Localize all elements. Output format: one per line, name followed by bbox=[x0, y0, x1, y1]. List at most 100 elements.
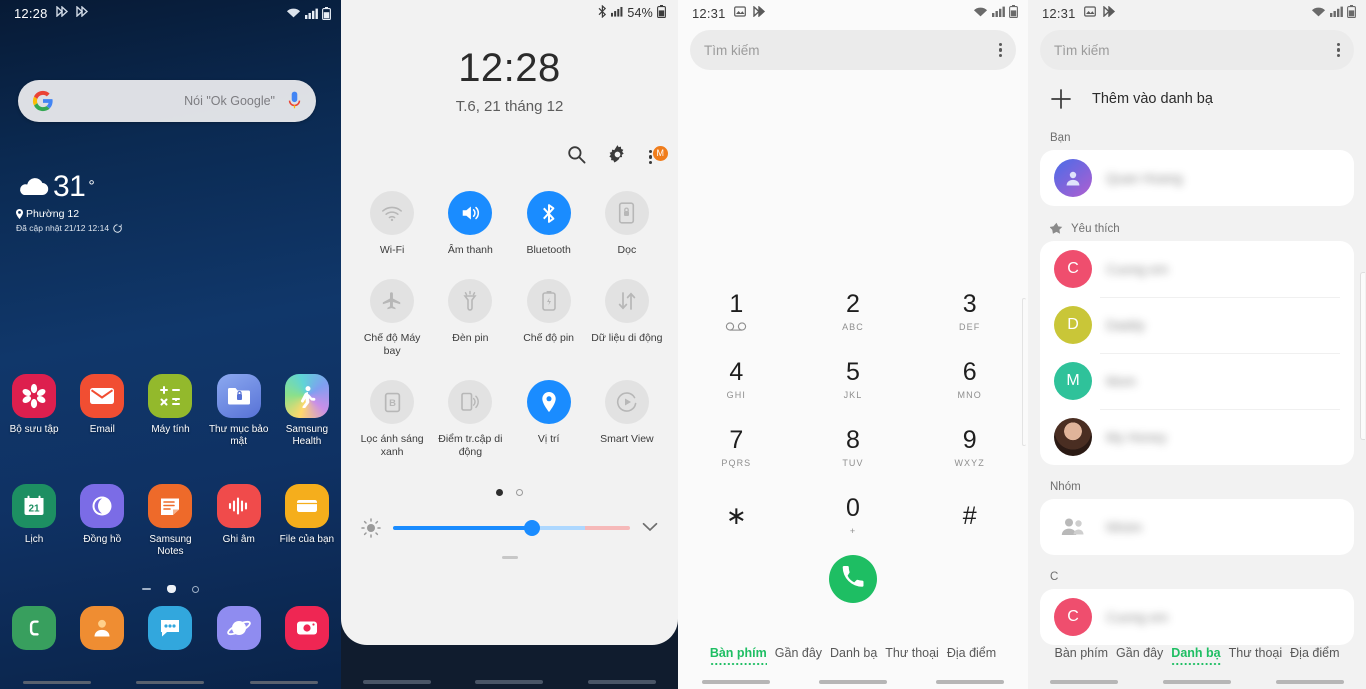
circle-icon[interactable] bbox=[192, 585, 199, 593]
dialpad: 1 2 ABC 3 DEF 4 GHI 5 JKL 6 MNO 7 PQRS 8… bbox=[678, 282, 1028, 546]
tile-rotation[interactable]: Dọc bbox=[588, 191, 666, 257]
list-item[interactable]: D Daddy bbox=[1040, 297, 1354, 353]
quick-panel-actions: M bbox=[341, 145, 678, 169]
svg-text:21: 21 bbox=[29, 504, 41, 515]
nav-home-pill[interactable] bbox=[136, 681, 205, 684]
add-contact-button[interactable]: Thêm vào danh bạ bbox=[1028, 70, 1366, 126]
app-icon-voice-recorder[interactable]: Ghi âm bbox=[205, 484, 273, 558]
contacts-search-bar[interactable]: Tìm kiếm bbox=[1040, 30, 1354, 70]
tile-mobile-data[interactable]: Dữ liệu di động bbox=[588, 279, 666, 358]
microphone-icon[interactable] bbox=[287, 91, 302, 112]
tab-dia-diem[interactable]: Địa điểm bbox=[1290, 646, 1339, 665]
tab-danh-ba[interactable]: Danh bạ bbox=[830, 646, 877, 665]
list-item[interactable]: My Honey bbox=[1040, 409, 1354, 465]
more-options-icon[interactable]: M bbox=[648, 145, 668, 165]
more-options-icon[interactable] bbox=[1336, 42, 1340, 58]
list-icon[interactable] bbox=[142, 588, 151, 590]
messages-icon[interactable] bbox=[148, 606, 193, 650]
internet-icon[interactable] bbox=[216, 606, 261, 650]
quick-panel-drag-handle[interactable] bbox=[501, 556, 518, 559]
tab-ban-phim[interactable]: Bàn phím bbox=[1055, 646, 1109, 665]
tab-thu-thoai[interactable]: Thư thoại bbox=[1229, 646, 1283, 665]
dialer-search-bar[interactable]: Tìm kiếm bbox=[690, 30, 1016, 70]
contact-name: Quan Hoang bbox=[1106, 170, 1183, 186]
tile-sound[interactable]: Âm thanh bbox=[431, 191, 509, 257]
tile-flashlight[interactable]: Đèn pin bbox=[431, 279, 509, 358]
weather-temperature: 31 bbox=[53, 170, 86, 203]
weather-widget[interactable]: 31 ° Phường 12 Đã cập nhật 21/12 12:14 bbox=[16, 172, 122, 233]
tile-blue-light-filter[interactable]: B Lọc ánh sáng xanh bbox=[353, 380, 431, 459]
contacts-scrollbar[interactable] bbox=[1360, 272, 1365, 440]
app-icon-samsung-notes[interactable]: Samsung Notes bbox=[136, 484, 204, 558]
nav-back-pill[interactable] bbox=[935, 680, 1004, 684]
page-dot-active[interactable] bbox=[496, 489, 503, 496]
app-icon-my-files[interactable]: File của bạn bbox=[273, 484, 341, 558]
app-icon-samsung-health[interactable]: Samsung Health bbox=[273, 374, 341, 448]
mobile-hotspot-icon bbox=[448, 380, 493, 424]
tab-thu-thoai[interactable]: Thư thoại bbox=[885, 646, 939, 665]
nav-recents-pill[interactable] bbox=[1050, 680, 1119, 684]
list-item[interactable]: M Mom bbox=[1040, 353, 1354, 409]
list-item[interactable]: C Cuong em bbox=[1040, 241, 1354, 297]
contacts-icon[interactable] bbox=[80, 606, 125, 650]
nav-back-pill[interactable] bbox=[1275, 680, 1344, 684]
nav-home-pill[interactable] bbox=[1162, 680, 1231, 684]
dialpad-key-star[interactable]: ∗ bbox=[678, 486, 795, 546]
app-icon-gallery[interactable]: Bộ sưu tập bbox=[0, 374, 68, 448]
nav-recents-pill[interactable] bbox=[363, 680, 432, 684]
dialpad-key-5[interactable]: 5 JKL bbox=[795, 350, 912, 410]
nav-recents-pill[interactable] bbox=[22, 681, 91, 684]
nav-home-pill[interactable] bbox=[818, 680, 887, 684]
settings-gear-icon[interactable] bbox=[608, 145, 627, 169]
quick-panel-clock[interactable]: 12:28 T.6, 21 tháng 12 bbox=[341, 48, 678, 115]
chevron-down-icon[interactable] bbox=[642, 519, 658, 537]
list-item[interactable]: Quan Hoang bbox=[1040, 150, 1354, 206]
tile-wifi[interactable]: Wi-Fi bbox=[353, 191, 431, 257]
app-icon-calculator[interactable]: Máy tính bbox=[136, 374, 204, 448]
dialpad-key-3[interactable]: 3 DEF bbox=[911, 282, 1028, 342]
phone-icon[interactable] bbox=[12, 606, 57, 650]
tile-location[interactable]: Vị trí bbox=[510, 380, 588, 459]
dialer-status-bar: 12:31 bbox=[678, 0, 1028, 26]
nav-recents-pill[interactable] bbox=[702, 680, 771, 684]
dialpad-key-0[interactable]: 0 + bbox=[795, 486, 912, 546]
dialpad-key-7[interactable]: 7 PQRS bbox=[678, 418, 795, 478]
tab-gan-day[interactable]: Gần đây bbox=[775, 646, 822, 665]
nav-back-pill[interactable] bbox=[587, 680, 656, 684]
list-item[interactable]: C Cuong em bbox=[1040, 589, 1354, 645]
tile-smart-view[interactable]: Smart View bbox=[588, 380, 666, 459]
dialpad-key-9[interactable]: 9 WXYZ bbox=[911, 418, 1028, 478]
page-dot[interactable] bbox=[516, 489, 523, 496]
tile-bluetooth[interactable]: Bluetooth bbox=[510, 191, 588, 257]
search-icon[interactable] bbox=[567, 145, 586, 169]
dialpad-key-8[interactable]: 8 TUV bbox=[795, 418, 912, 478]
dialpad-key-1[interactable]: 1 bbox=[678, 282, 795, 342]
dialpad-key-2[interactable]: 2 ABC bbox=[795, 282, 912, 342]
dialpad-key-4[interactable]: 4 GHI bbox=[678, 350, 795, 410]
app-icon-clock[interactable]: Đồng hồ bbox=[68, 484, 136, 558]
tab-danh-ba[interactable]: Danh bạ bbox=[1171, 646, 1221, 665]
tab-ban-phim[interactable]: Bàn phím bbox=[709, 646, 767, 665]
call-button[interactable] bbox=[829, 555, 877, 603]
dialpad-key-6[interactable]: 6 MNO bbox=[911, 350, 1028, 410]
more-options-icon[interactable] bbox=[998, 42, 1002, 58]
brightness-slider-knob[interactable] bbox=[523, 520, 540, 536]
home-icon[interactable] bbox=[167, 585, 176, 593]
tile-power-saving[interactable]: Chế độ pin bbox=[510, 279, 588, 358]
dialpad-key-hash[interactable]: # bbox=[911, 486, 1028, 546]
list-item[interactable]: Nhóm bbox=[1040, 499, 1354, 555]
tile-mobile-hotspot[interactable]: Điểm tr.cập di động bbox=[431, 380, 509, 459]
tab-gan-day[interactable]: Gần đây bbox=[1116, 646, 1163, 665]
camera-icon[interactable] bbox=[284, 606, 329, 650]
app-icon-calendar[interactable]: 21 Lịch bbox=[0, 484, 68, 558]
section-header-ban: Bạn bbox=[1028, 126, 1366, 150]
app-icon-email[interactable]: Email bbox=[68, 374, 136, 448]
tab-dia-diem[interactable]: Địa điểm bbox=[947, 646, 996, 665]
nav-home-pill[interactable] bbox=[475, 680, 544, 684]
google-search-bar[interactable]: Nói "Ok Google" bbox=[18, 80, 316, 122]
tile-airplane-mode[interactable]: Chế độ Máy bay bbox=[353, 279, 431, 358]
brightness-slider[interactable] bbox=[393, 520, 630, 536]
app-icon-secure-folder[interactable]: Thư mục bảo mật bbox=[205, 374, 273, 448]
nav-back-pill[interactable] bbox=[250, 681, 319, 684]
contact-card-c: C Cuong em bbox=[1040, 589, 1354, 645]
